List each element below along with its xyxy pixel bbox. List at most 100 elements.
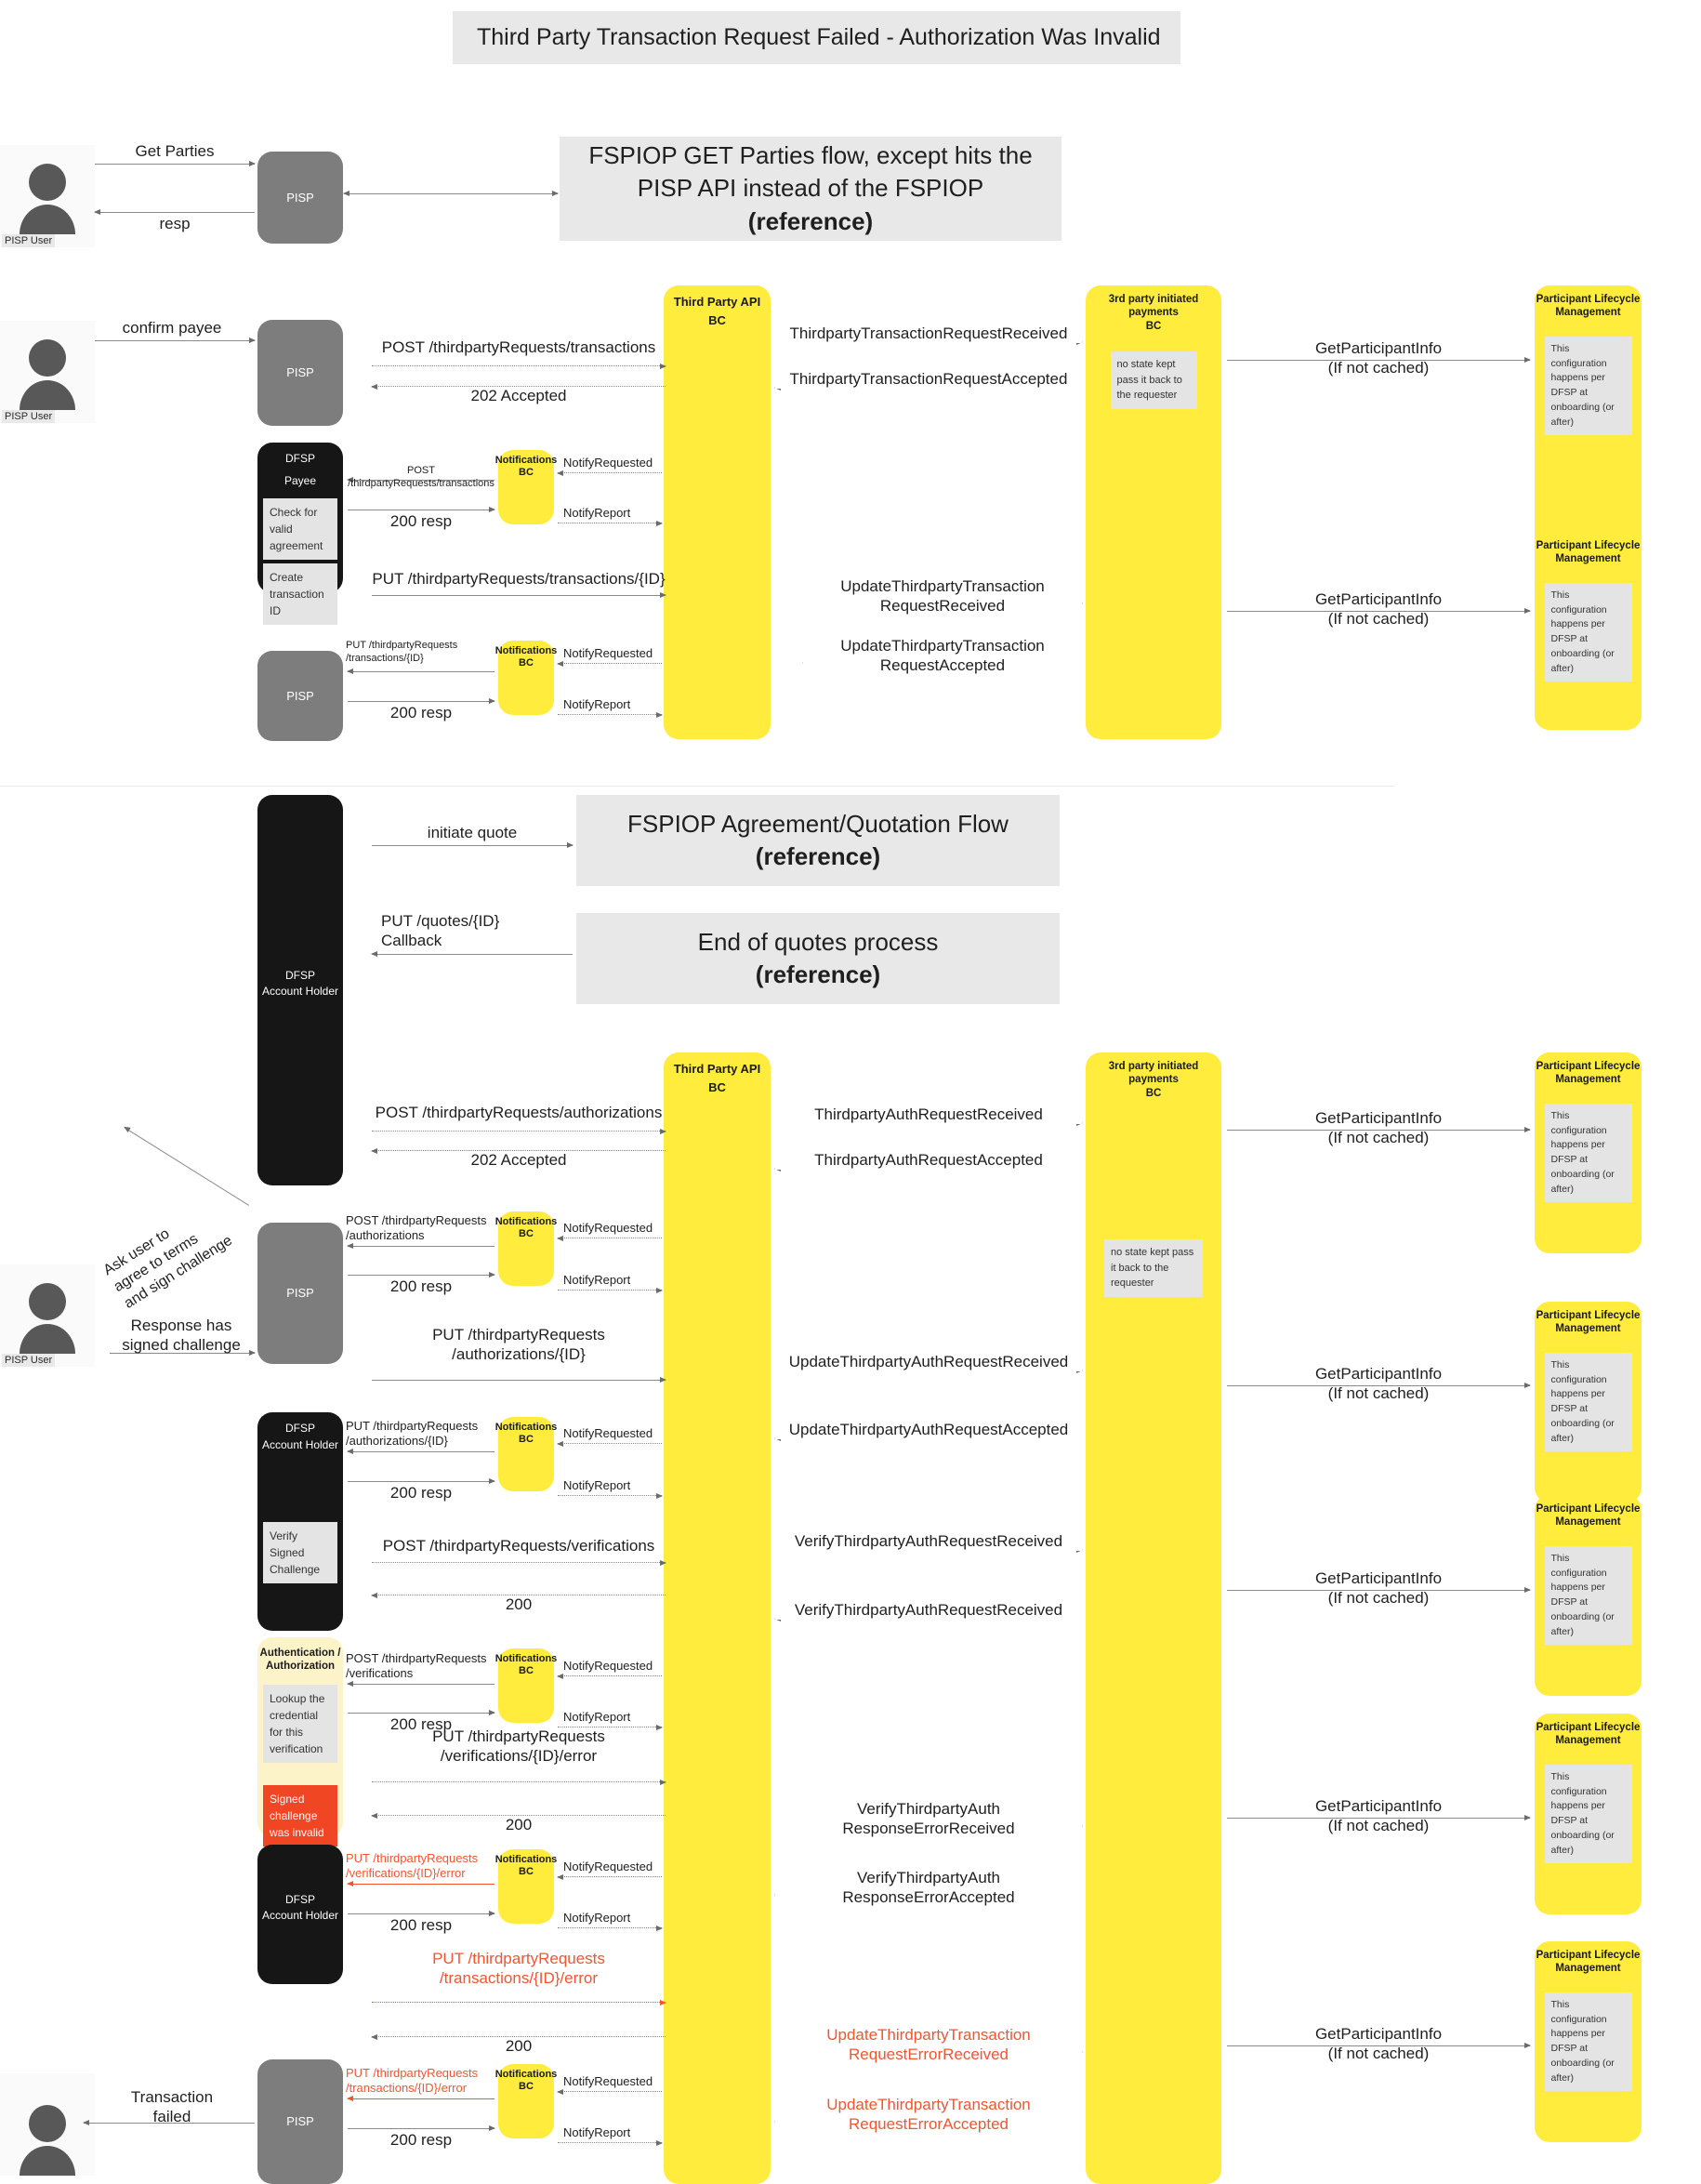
lifeline-label: PISP	[286, 190, 314, 205]
label-notify-requested-3: NotifyRequested	[563, 1221, 653, 1235]
actor-label-pisp-user: PISP User	[2, 234, 56, 247]
lifeline-label: Authentication / Authorization	[259, 1648, 341, 1673]
label-200-resp-2: 200 resp	[389, 704, 453, 721]
lifeline-authentication-authorization[interactable]: Authentication / Authorization Lookup th…	[257, 1637, 343, 1846]
label-200-resp-6: 200 resp	[389, 1916, 453, 1934]
arrow-put-tpr-transactions-id	[372, 591, 666, 598]
lifeline-notifications-bc-4[interactable]: Notifications BC	[495, 1417, 557, 1491]
person-icon	[20, 1283, 75, 1354]
lifeline-pisp-3[interactable]: PISP	[257, 651, 343, 741]
label-notify-requested-1: NotifyRequested	[563, 456, 653, 470]
label-get-participant-info-6: GetParticipantInfo (If not cached)	[1314, 1797, 1443, 1835]
lifeline-notifications-bc-1[interactable]: Notifications BC	[495, 450, 557, 524]
arrow-200-resp-6	[348, 1910, 495, 1916]
lifeline-3rd-party-payments-bc-1[interactable]: 3rd party initiated payments BC no state…	[1086, 285, 1221, 739]
lifeline-pisp-2[interactable]: PISP	[257, 320, 343, 426]
arrow-put-tpr-verifications-id-error	[372, 1779, 666, 1785]
label-post-tpr-authorizations-sm: POST /thirdpartyRequests /authorizations	[346, 1213, 487, 1243]
lifeline-third-party-api-bc-2[interactable]: Third Party API BC	[664, 1052, 771, 2184]
note-plm-config-6: This configuration happens per DFSP at o…	[1544, 1764, 1632, 1864]
label-200-resp-1: 200 resp	[389, 512, 453, 530]
lifeline-label-line1: DFSP	[284, 1893, 315, 1906]
label-notify-report-2: NotifyReport	[563, 697, 631, 711]
lifeline-label: Third Party API BC	[673, 295, 761, 327]
avatar-pisp-user-2: PISP User	[0, 321, 95, 423]
lifeline-participant-lifecycle-3[interactable]: Participant Lifecycle Management This co…	[1535, 1052, 1642, 1253]
label-get-participant-info-4: GetParticipantInfo (If not cached)	[1314, 1365, 1443, 1403]
label-notify-requested-2: NotifyRequested	[563, 646, 653, 660]
label-put-tpr-transactions-id-error: PUT /thirdpartyRequests /transactions/{I…	[432, 1950, 605, 1988]
lifeline-dfsp-account-holder-1[interactable]: DFSP Account Holder	[257, 795, 343, 1185]
lifeline-3rd-party-payments-bc-2[interactable]: 3rd party initiated payments BC no state…	[1086, 1052, 1221, 2184]
label-202-accepted-2: 202 Accepted	[470, 1151, 567, 1169]
lifeline-label: 3rd party initiated payments BC	[1108, 1061, 1199, 1099]
label-put-quotes-id-callback: PUT /quotes/{ID} Callback	[381, 912, 500, 950]
label-response-signed-challenge: Response has signed challenge	[122, 1317, 241, 1355]
lifeline-label: Notifications BC	[494, 455, 558, 479]
arrow-resp	[94, 208, 255, 215]
label-tp-txn-request-accepted: ThirdpartyTransactionRequestAccepted	[775, 369, 1082, 390]
lifeline-notifications-bc-5[interactable]: Notifications BC	[495, 1648, 557, 1723]
lifeline-pisp-5[interactable]: PISP	[257, 2059, 343, 2184]
banner-fspiop-get-parties: FSPIOP GET Parties flow, except hits the…	[560, 137, 1061, 241]
lifeline-notifications-bc-7[interactable]: Notifications BC	[495, 2064, 557, 2138]
lifeline-notifications-bc-3[interactable]: Notifications BC	[495, 1211, 557, 1286]
avatar-pisp-user-3: PISP User	[0, 1264, 95, 1367]
banner-reference: (reference)	[747, 206, 874, 235]
arrow-put-tpr-authorizations-id	[372, 1376, 666, 1383]
label-post-tpr-authorizations: POST /thirdpartyRequests/authorizations	[375, 1104, 663, 1121]
label-200-resp-4: 200 resp	[389, 1484, 453, 1502]
lifeline-label: PISP	[286, 1286, 314, 1301]
lifeline-notifications-bc-6[interactable]: Notifications BC	[495, 1849, 557, 1924]
lifeline-label: Participant Lifecycle Management	[1536, 1722, 1641, 1747]
label-get-participant-info-2: GetParticipantInfo (If not cached)	[1314, 590, 1443, 629]
banner-reference: (reference)	[755, 842, 881, 870]
label-put-tpr-transactions-id-error-sm: PUT /thirdpartyRequests /transactions/{I…	[346, 2066, 479, 2096]
note-no-state-kept-2: no state kept pass it back to the reques…	[1104, 1239, 1203, 1297]
diagram-title: Third Party Transaction Request Failed -…	[453, 11, 1180, 64]
actor-label-pisp-user: PISP User	[2, 410, 56, 423]
lifeline-dfsp-account-holder-3[interactable]: DFSP Account Holder	[257, 1845, 343, 1984]
arrow-notify-report-6	[558, 1925, 663, 1931]
label-200-resp-3: 200 resp	[389, 1277, 453, 1295]
label-post-tpr-transactions: POST /thirdpartyRequests/transactions	[381, 338, 656, 356]
lifeline-label: Participant Lifecycle Management	[1536, 294, 1641, 319]
lifeline-dfsp-payee[interactable]: DFSP Payee Check for valid agreement Cre…	[257, 443, 343, 625]
lifeline-label: 3rd party initiated payments BC	[1108, 294, 1199, 332]
label-resp: resp	[159, 215, 191, 232]
arrow-notify-requested-4	[557, 1440, 662, 1447]
lifeline-participant-lifecycle-7[interactable]: Participant Lifecycle Management This co…	[1535, 1941, 1642, 2142]
note-verify-signed-challenge: Verify Signed Challenge	[263, 1522, 337, 1583]
note-plm-config-3: This configuration happens per DFSP at o…	[1544, 1103, 1632, 1203]
arrow-notify-requested-2	[557, 660, 662, 667]
label-notify-requested-7: NotifyRequested	[563, 2074, 653, 2088]
arrow-confirm-payee	[95, 337, 256, 343]
label-get-participant-info-7: GetParticipantInfo (If not cached)	[1314, 2025, 1443, 2063]
lifeline-notifications-bc-2[interactable]: Notifications BC	[495, 641, 557, 715]
label-get-participant-info-3: GetParticipantInfo (If not cached)	[1314, 1109, 1443, 1147]
lifeline-third-party-api-bc-1[interactable]: Third Party API BC	[664, 285, 771, 739]
note-plm-config-2: This configuration happens per DFSP at o…	[1544, 582, 1632, 682]
avatar-pisp-user-4	[0, 2073, 95, 2176]
lifeline-participant-lifecycle-2[interactable]: Participant Lifecycle Management This co…	[1535, 532, 1642, 730]
label-verify-tp-auth-received-1: VerifyThirdpartyAuthRequestReceived	[775, 1531, 1082, 1552]
label-tp-auth-request-received: ThirdpartyAuthRequestReceived	[775, 1105, 1082, 1125]
label-post-tpr-verifications-sm: POST /thirdpartyRequests /verifications	[346, 1651, 487, 1681]
banner-text: FSPIOP GET Parties flow, except hits the…	[588, 141, 1033, 203]
label-notify-report-7: NotifyReport	[563, 2125, 631, 2139]
label-ask-user-sign: Ask user to agree to terms and sign chal…	[100, 1225, 235, 1312]
lifeline-pisp-4[interactable]: PISP	[257, 1223, 343, 1364]
lifeline-pisp-1[interactable]: PISP	[257, 152, 343, 244]
banner-end-of-quotes: End of quotes process (reference)	[576, 913, 1060, 1004]
lifeline-participant-lifecycle-4[interactable]: Participant Lifecycle Management This co…	[1535, 1302, 1642, 1502]
label-update-tp-txn-error-received: UpdateThirdpartyTransaction RequestError…	[775, 2025, 1082, 2065]
label-notify-report-3: NotifyReport	[563, 1273, 631, 1287]
lifeline-dfsp-account-holder-2[interactable]: DFSP Account Holder Verify Signed Challe…	[257, 1412, 343, 1631]
lifeline-participant-lifecycle-5[interactable]: Participant Lifecycle Management This co…	[1535, 1495, 1642, 1696]
label-tp-auth-request-accepted: ThirdpartyAuthRequestAccepted	[775, 1150, 1082, 1171]
lifeline-participant-lifecycle-6[interactable]: Participant Lifecycle Management This co…	[1535, 1714, 1642, 1914]
label-put-tpr-verifications-id-error: PUT /thirdpartyRequests /verifications/{…	[432, 1727, 605, 1766]
lifeline-label: Participant Lifecycle Management	[1536, 1503, 1641, 1529]
arrow-pisp-to-fspiop-banner	[343, 190, 559, 196]
lifeline-label: Participant Lifecycle Management	[1536, 1950, 1641, 1975]
